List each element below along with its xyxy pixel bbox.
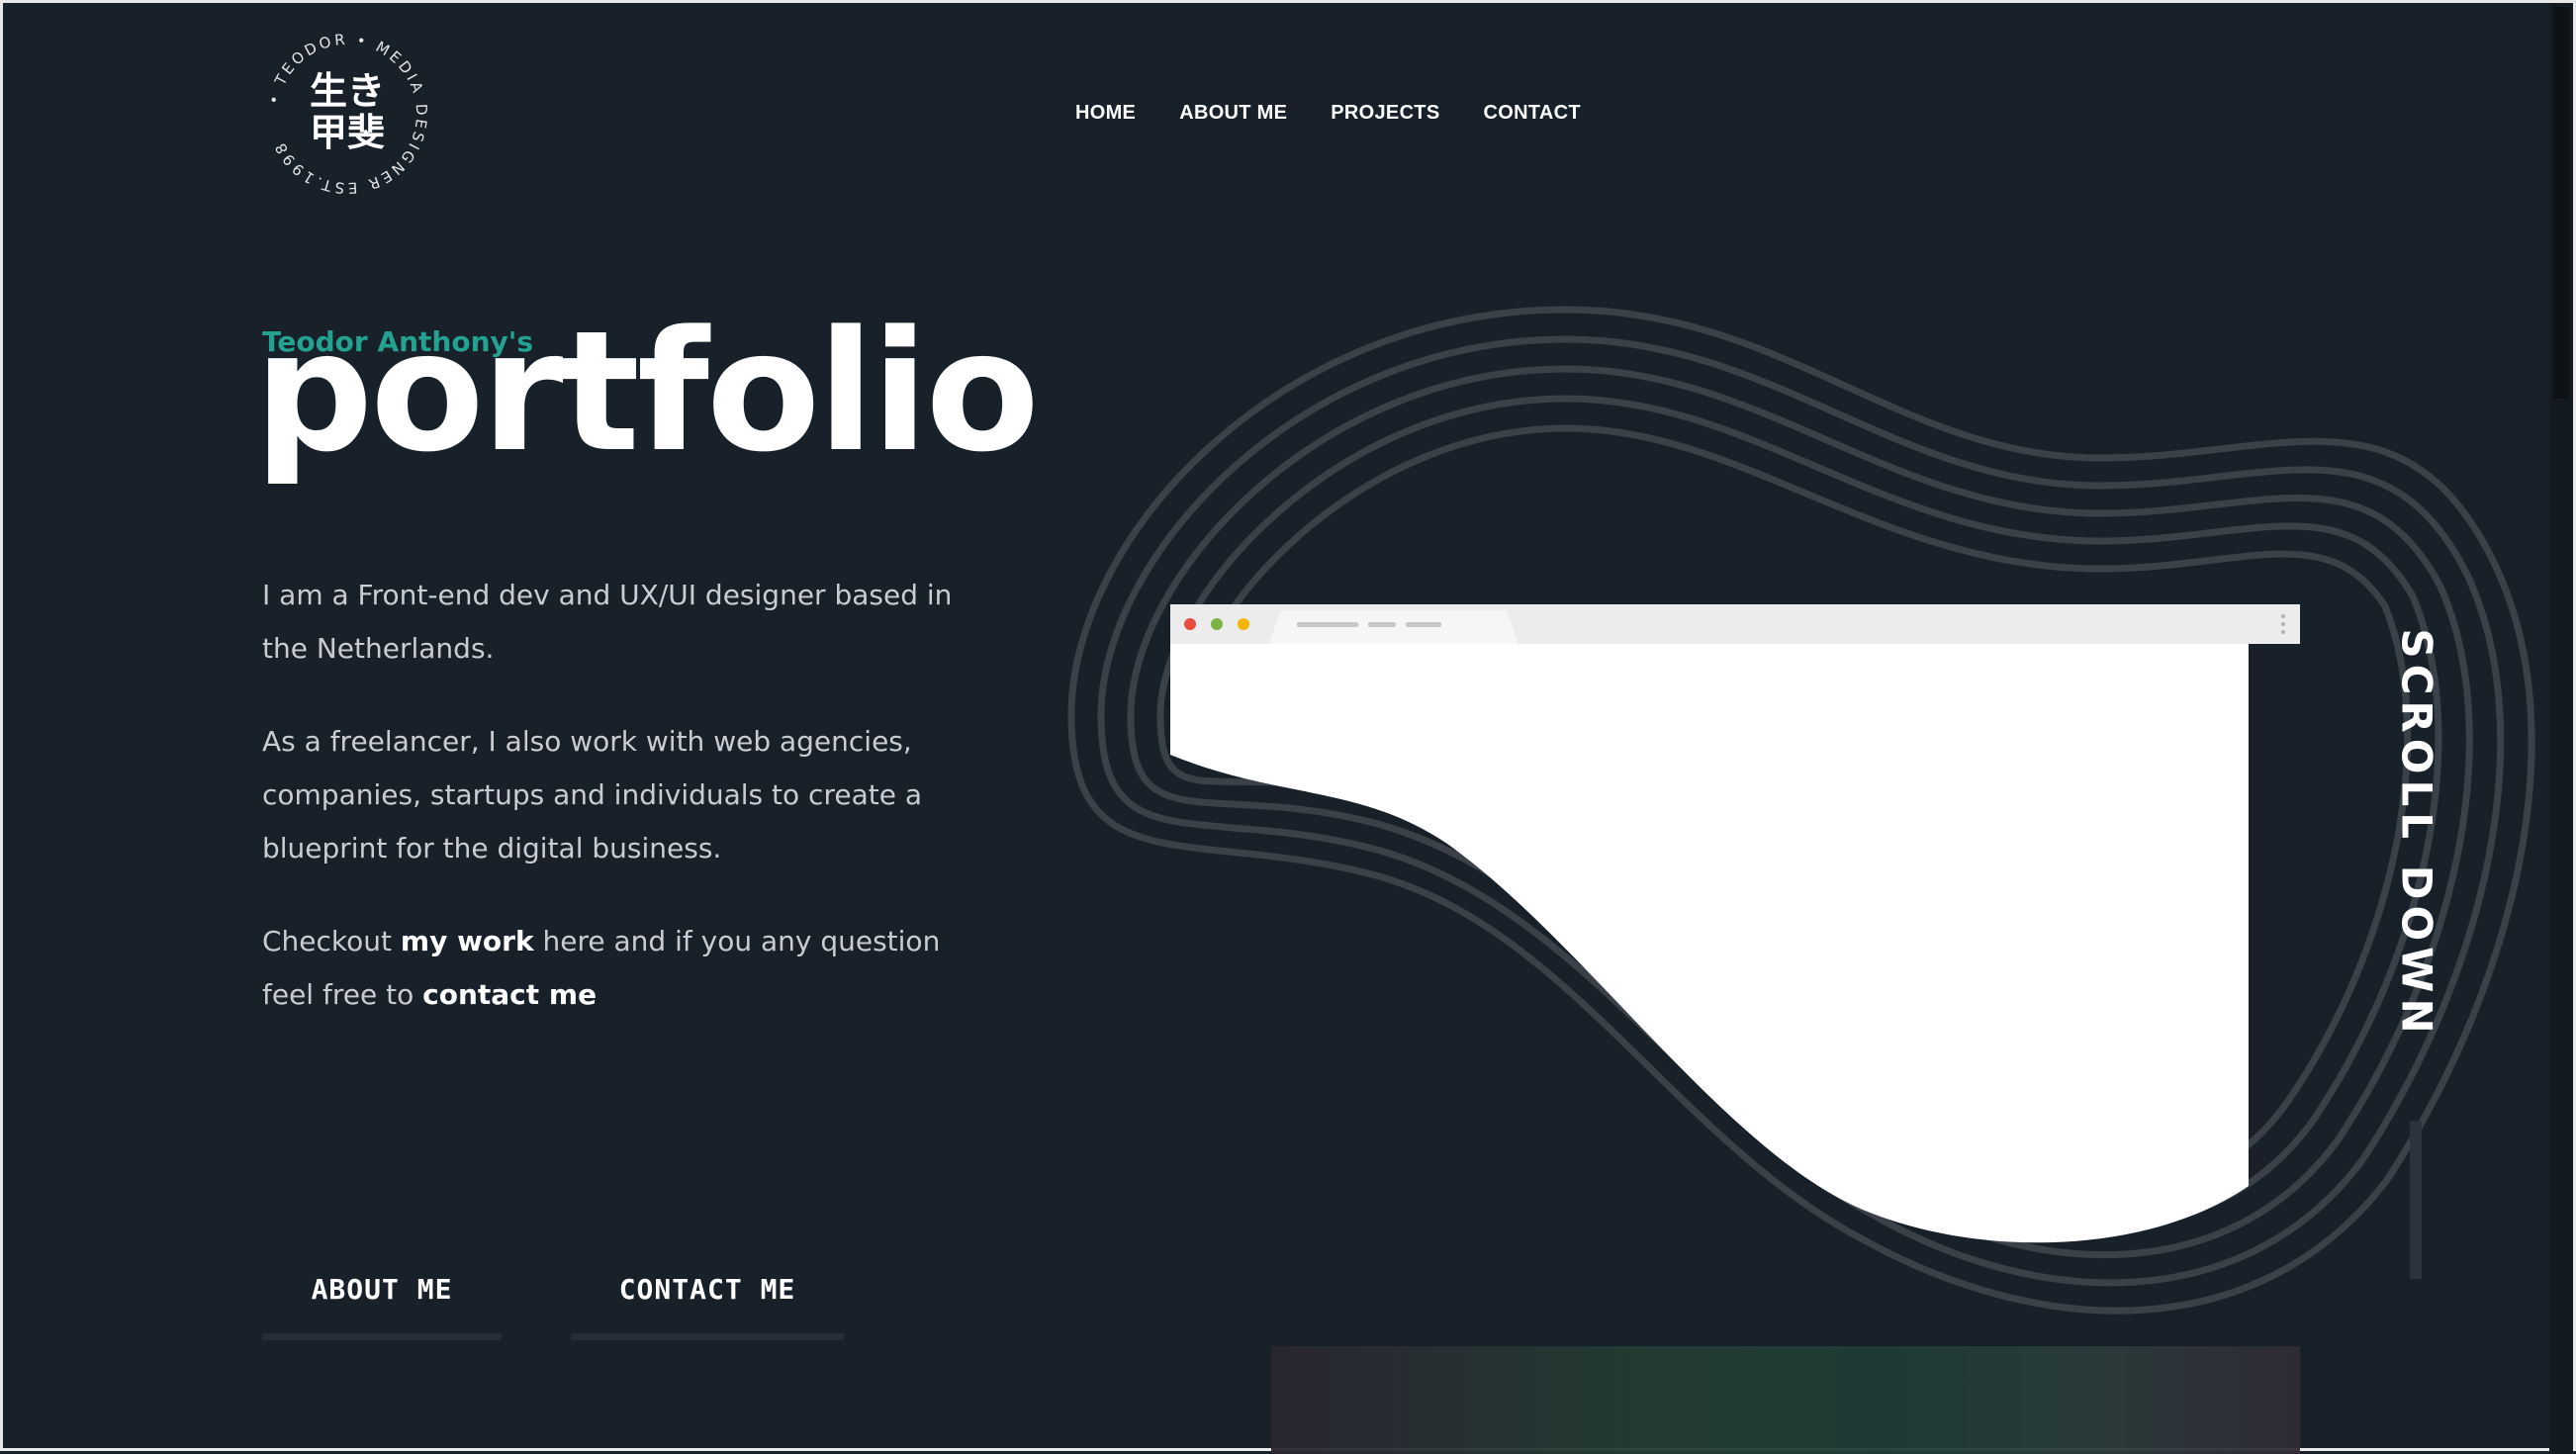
contact-me-link[interactable]: contact me xyxy=(422,978,597,1011)
logo-kanji: 生き甲斐 xyxy=(309,69,385,154)
browser-tab-line xyxy=(1406,622,1441,627)
main-nav: HOME ABOUT ME PROJECTS CONTACT xyxy=(1075,102,1624,125)
page-subtitle: Teodor Anthony's xyxy=(262,325,534,358)
intro-copy: I am a Front-end dev and UX/UI designer … xyxy=(262,569,974,1061)
browser-menu-dot xyxy=(2281,630,2285,634)
browser-tab-line xyxy=(1368,622,1396,627)
intro-paragraph-1: I am a Front-end dev and UX/UI designer … xyxy=(262,579,953,665)
browser-max-dot xyxy=(1238,618,1249,630)
scrollbar[interactable] xyxy=(2549,3,2573,1454)
nav-about-me[interactable]: ABOUT ME xyxy=(1179,102,1287,125)
about-me-button[interactable]: ABOUT ME xyxy=(262,1259,502,1340)
page: • TEODOR • MEDIA DESIGNER EST.1998 生き甲斐 … xyxy=(0,0,2576,1454)
browser-tab-line xyxy=(1297,622,1358,627)
next-section-preview xyxy=(1271,1346,2300,1454)
hero-illustration xyxy=(1067,306,2535,1315)
browser-min-dot xyxy=(1211,618,1223,630)
nav-contact[interactable]: CONTACT xyxy=(1483,102,1580,125)
nav-home[interactable]: HOME xyxy=(1075,102,1136,125)
browser-toolbar xyxy=(1170,604,2300,644)
scrollbar-thumb[interactable] xyxy=(2553,7,2569,399)
logo[interactable]: • TEODOR • MEDIA DESIGNER EST.1998 生き甲斐 xyxy=(262,29,432,199)
intro-paragraph-3: Checkout my work here and if you any que… xyxy=(262,915,974,1022)
browser-menu-dot xyxy=(2281,622,2285,626)
intro-paragraph-2: As a freelancer, I also work with web ag… xyxy=(262,725,922,864)
browser-close-dot xyxy=(1184,618,1196,630)
scroll-down-indicator[interactable]: SCROLL DOWN xyxy=(2367,628,2466,1039)
intro-text-prefix: Checkout xyxy=(262,925,401,957)
scroll-down-line xyxy=(2410,1121,2422,1279)
my-work-link[interactable]: my work xyxy=(401,925,534,957)
browser-window xyxy=(1170,606,2249,1243)
browser-toolbar-graphics xyxy=(1184,610,2285,644)
nav-projects[interactable]: PROJECTS xyxy=(1331,102,1439,125)
contact-me-button[interactable]: CONTACT ME xyxy=(571,1259,844,1340)
scroll-down-label: SCROLL DOWN xyxy=(2392,628,2441,1040)
browser-menu-dot xyxy=(2281,614,2285,618)
